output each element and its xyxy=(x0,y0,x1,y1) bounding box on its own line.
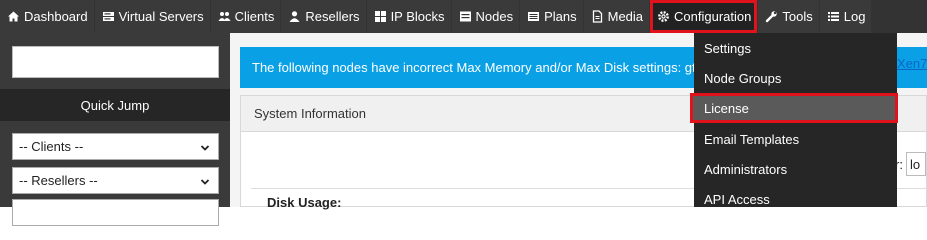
user-icon xyxy=(288,10,301,23)
menu-item-api-access[interactable]: API Access xyxy=(694,184,897,214)
menu-item-node-groups[interactable]: Node Groups xyxy=(694,63,897,93)
filter-input[interactable]: lo xyxy=(906,152,926,176)
servers-select[interactable] xyxy=(12,199,219,226)
gear-icon xyxy=(657,10,670,23)
configuration-dropdown-menu: Settings Node Groups License Email Templ… xyxy=(690,33,898,207)
wrench-icon xyxy=(765,10,778,23)
menu-item-administrators[interactable]: Administrators xyxy=(694,154,897,184)
nav-log[interactable]: Log xyxy=(819,0,872,33)
sidebar: Quick Jump -- Clients -- -- Resellers -- xyxy=(0,33,230,226)
nav-nodes[interactable]: Nodes xyxy=(451,0,520,33)
chevron-down-icon xyxy=(200,141,210,156)
quick-jump-header: Quick Jump xyxy=(0,89,230,121)
alert-node-link[interactable]: Xen7 xyxy=(897,56,927,71)
nav-plans[interactable]: Plans xyxy=(520,0,583,33)
nav-label: Tools xyxy=(782,9,813,24)
nav-label: Nodes xyxy=(475,9,514,24)
menu-item-settings[interactable]: Settings xyxy=(694,33,897,63)
clients-select[interactable]: -- Clients -- xyxy=(12,133,219,160)
nav-label: Dashboard xyxy=(24,9,88,24)
users-icon xyxy=(218,10,231,23)
alert-text: The following nodes have incorrect Max M… xyxy=(252,60,696,75)
nav-media[interactable]: Media xyxy=(583,0,650,33)
resellers-select[interactable]: -- Resellers -- xyxy=(12,167,219,194)
nav-label: Configuration xyxy=(674,9,752,24)
nav-configuration[interactable]: Configuration xyxy=(650,0,758,33)
menu-item-license[interactable]: License xyxy=(690,93,898,123)
nav-label: Resellers xyxy=(305,9,360,24)
nav-dashboard[interactable]: Dashboard xyxy=(0,0,94,33)
log-list-icon xyxy=(827,10,840,23)
server-icon xyxy=(102,10,115,23)
chevron-down-icon xyxy=(200,175,210,190)
nav-label: IP Blocks xyxy=(390,9,445,24)
nav-virtual-servers[interactable]: Virtual Servers xyxy=(94,0,210,33)
nodes-icon xyxy=(459,10,472,23)
menu-item-email-templates[interactable]: Email Templates xyxy=(694,124,897,154)
top-navigation: Dashboard Virtual Servers Clients Resell… xyxy=(0,0,927,33)
resellers-select-value: -- Resellers -- xyxy=(19,173,98,188)
nav-ip-blocks[interactable]: IP Blocks xyxy=(366,0,451,33)
clients-select-value: -- Clients -- xyxy=(19,139,84,154)
file-icon xyxy=(591,10,604,23)
nav-clients[interactable]: Clients xyxy=(210,0,281,33)
nav-label: Log xyxy=(843,9,866,24)
nav-tools[interactable]: Tools xyxy=(758,0,819,33)
nav-label: Virtual Servers xyxy=(118,9,204,24)
nav-label: Clients xyxy=(234,9,275,24)
grid-icon xyxy=(374,10,387,23)
list-icon xyxy=(527,10,540,23)
nav-label: Plans xyxy=(544,9,577,24)
nav-resellers[interactable]: Resellers xyxy=(281,0,366,33)
quick-search-input[interactable] xyxy=(12,46,219,78)
home-icon xyxy=(7,10,20,23)
nav-label: Media xyxy=(607,9,644,24)
